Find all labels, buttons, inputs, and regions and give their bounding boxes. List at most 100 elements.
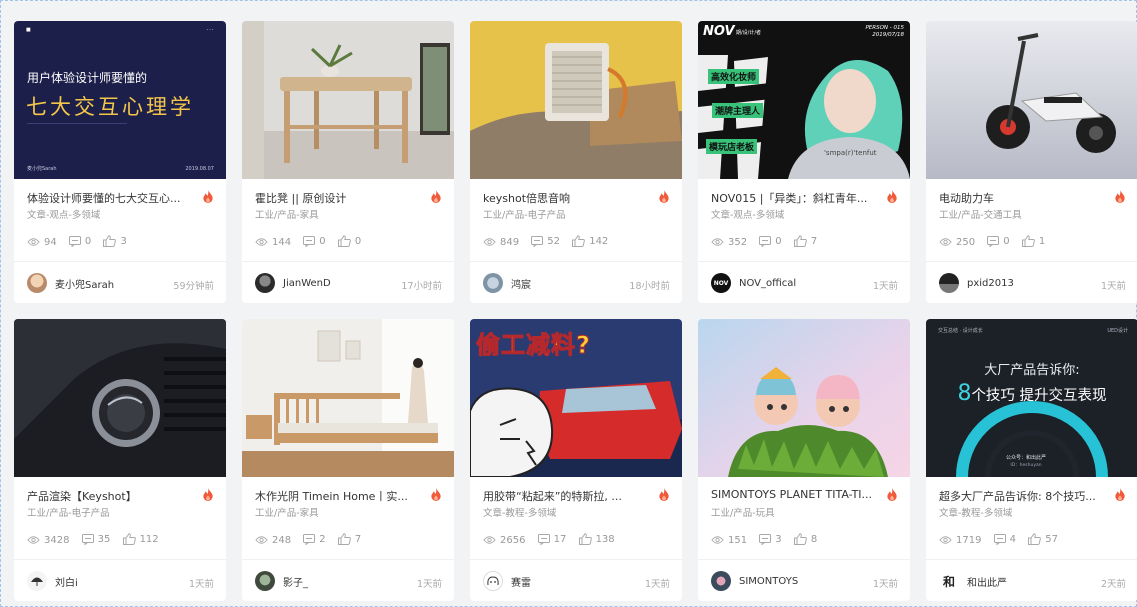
work-card[interactable]: 交互总结 · 设计成长 UED设计 大厂产品告诉你: 8个技巧 提升交互表现 公… [926, 319, 1137, 601]
like-icon[interactable] [1028, 533, 1041, 545]
author-name[interactable]: 和出此严 [967, 574, 1007, 589]
card-author[interactable]: 麦小兜Sarah [27, 273, 114, 293]
hot-flame-icon [886, 190, 898, 203]
card-title[interactable]: 木作光阴 Timein Home丨实... [255, 488, 425, 504]
card-stats: 250 0 1 [939, 235, 1054, 250]
card-author[interactable]: SIMONTOYS [711, 571, 798, 591]
card-author[interactable]: 影子_ [255, 571, 308, 591]
card-author[interactable]: 鸿宸 [483, 273, 531, 293]
like-count: 0 [354, 235, 362, 247]
avatar[interactable]: 和 [939, 571, 959, 591]
like-icon[interactable] [103, 235, 116, 247]
avatar[interactable] [483, 273, 503, 293]
work-card[interactable]: NOV 期/设/计/者 PERSON - 015 2019/07/18 高效化妆… [698, 21, 910, 303]
avatar[interactable] [27, 571, 47, 591]
author-name[interactable]: pxid2013 [967, 278, 1014, 289]
card-cover[interactable]: 偷工减料? [470, 319, 682, 477]
card-author[interactable]: JianWenD [255, 273, 331, 293]
avatar[interactable] [711, 571, 731, 591]
comment-icon [759, 534, 771, 545]
card-stats: 1719 4 57 [939, 533, 1067, 548]
work-card[interactable]: 偷工减料? 用胶带“粘起来”的特斯拉, ... 文章-教程-多领域 2656 1… [470, 319, 682, 601]
card-title[interactable]: 产品渲染【Keyshot】 [27, 488, 197, 504]
card-category: 文章-观点-多领域 [711, 210, 785, 221]
card-cover[interactable] [242, 21, 454, 179]
like-icon[interactable] [338, 235, 351, 247]
comment-count: 35 [97, 534, 111, 545]
work-card[interactable]: SIMONTOYS PLANET TITA-TI... 工业/产品-玩具 151… [698, 319, 910, 601]
view-count: 144 [272, 236, 292, 248]
cover-heading: 七大交互心理学 [26, 95, 194, 119]
card-cover[interactable] [926, 21, 1137, 179]
avatar[interactable] [939, 273, 959, 293]
post-time: 1天前 [188, 579, 214, 590]
author-name[interactable]: SIMONTOYS [739, 576, 798, 587]
card-title[interactable]: NOV015 |「异类」：斜杠青年... [711, 190, 881, 206]
card-cover[interactable]: 交互总结 · 设计成长 UED设计 大厂产品告诉你: 8个技巧 提升交互表现 公… [926, 319, 1137, 477]
author-name[interactable]: JianWenD [283, 278, 331, 289]
work-card[interactable]: ■ ⋯ 用户体验设计师要懂的 七大交互心理学 麦小兜Sarah 2019.08.… [14, 21, 226, 303]
card-title[interactable]: 霍比凳 || 原创设计 [255, 190, 425, 206]
like-icon[interactable] [794, 533, 807, 545]
author-name[interactable]: 鸿宸 [511, 276, 531, 291]
comment-icon [82, 534, 94, 545]
card-cover[interactable]: ■ ⋯ 用户体验设计师要懂的 七大交互心理学 麦小兜Sarah 2019.08.… [14, 21, 226, 179]
avatar[interactable] [483, 571, 503, 591]
card-stats: 248 2 7 [255, 533, 370, 548]
card-author[interactable]: pxid2013 [939, 273, 1014, 293]
work-card[interactable]: 木作光阴 Timein Home丨实... 工业/产品-家具 248 2 7 影… [242, 319, 454, 601]
card-author[interactable]: 赛雷 [483, 571, 531, 591]
cover-image [698, 319, 910, 477]
author-name[interactable]: NOV_offical [739, 278, 796, 289]
card-title[interactable]: keyshot倍思音响 [483, 190, 653, 206]
cover-image [698, 55, 910, 179]
avatar[interactable] [255, 273, 275, 293]
work-card[interactable]: 电动助力车 工业/产品-交通工具 250 0 1 pxid2013 1天前 [926, 21, 1137, 303]
like-icon[interactable] [1022, 235, 1035, 247]
card-cover[interactable] [14, 319, 226, 477]
card-cover[interactable] [470, 21, 682, 179]
avatar[interactable] [27, 273, 47, 293]
author-name[interactable]: 影子_ [283, 574, 308, 589]
cover-image [470, 21, 682, 179]
card-cover[interactable] [698, 319, 910, 477]
post-time: 17小时前 [401, 281, 442, 292]
hot-flame-icon [1114, 488, 1126, 501]
post-time: 1天前 [416, 579, 442, 590]
like-icon[interactable] [579, 533, 592, 545]
author-name[interactable]: 赛雷 [511, 574, 531, 589]
like-icon[interactable] [794, 235, 807, 247]
card-cover[interactable] [242, 319, 454, 477]
like-icon[interactable] [123, 533, 136, 545]
card-author[interactable]: NOV NOV_offical [711, 273, 796, 293]
work-card[interactable]: keyshot倍思音响 工业/产品-电子产品 849 52 142 鸿宸 18小… [470, 21, 682, 303]
view-icon [711, 237, 724, 247]
card-author[interactable]: 刘白i [27, 571, 78, 591]
card-cover[interactable]: NOV 期/设/计/者 PERSON - 015 2019/07/18 高效化妆… [698, 21, 910, 179]
view-count: 3428 [44, 534, 70, 546]
view-count: 352 [728, 236, 748, 248]
hot-flame-icon [430, 488, 442, 501]
like-icon[interactable] [338, 533, 351, 545]
card-title[interactable]: 用胶带“粘起来”的特斯拉, ... [483, 488, 653, 504]
work-card[interactable]: 产品渲染【Keyshot】 工业/产品-电子产品 3428 35 112 刘白i… [14, 319, 226, 601]
post-time: 18小时前 [629, 281, 670, 292]
card-title[interactable]: 超多大厂产品告诉你: 8个技巧... [939, 488, 1109, 504]
hot-flame-icon [202, 488, 214, 501]
divider [470, 261, 682, 262]
comment-count: 0 [1003, 236, 1010, 247]
work-card[interactable]: 霍比凳 || 原创设计 工业/产品-家具 144 0 0 JianWenD 17… [242, 21, 454, 303]
cover-text: 大厂产品告诉你: [984, 363, 1080, 378]
divider [926, 261, 1137, 262]
hot-flame-icon [430, 190, 442, 203]
comment-count: 0 [84, 236, 92, 247]
card-title[interactable]: SIMONTOYS PLANET TITA-TI... [711, 488, 881, 501]
author-name[interactable]: 刘白i [55, 574, 78, 589]
avatar[interactable]: NOV [711, 273, 731, 293]
card-title[interactable]: 电动助力车 [939, 190, 1109, 206]
card-title[interactable]: 体验设计师要懂的七大交互心... [27, 190, 197, 206]
avatar[interactable] [255, 571, 275, 591]
like-icon[interactable] [572, 235, 585, 247]
card-author[interactable]: 和 和出此严 [939, 571, 1007, 591]
author-name[interactable]: 麦小兜Sarah [55, 276, 114, 291]
